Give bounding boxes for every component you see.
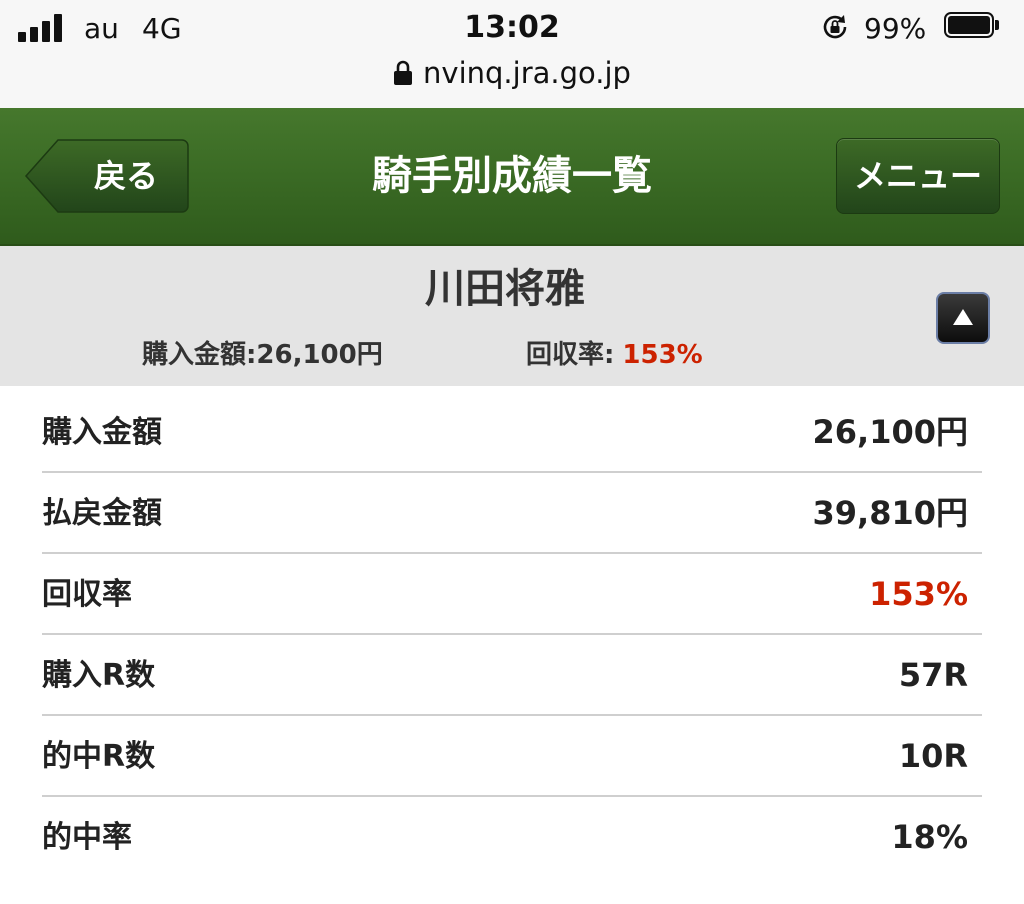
stat-value: 10R — [898, 737, 968, 775]
triangle-up-icon — [953, 309, 973, 325]
stat-value: 57R — [898, 656, 968, 694]
stat-label: 的中R数 — [42, 739, 156, 774]
stat-label: 的中率 — [42, 820, 132, 855]
jockey-name: 川田将雅 — [425, 266, 585, 312]
summary-return-rate: 回収率: 153% — [526, 334, 703, 371]
collapse-button[interactable] — [936, 292, 990, 344]
stat-value: 18% — [891, 818, 968, 856]
stat-row: 払戻金額 39,810円 — [42, 473, 982, 554]
back-button-label: 戻る — [93, 157, 158, 195]
status-bar: au 4G 13:02 99% nvinq.jra.go.jp — [0, 0, 1024, 108]
url-text: nvinq.jra.go.jp — [423, 56, 631, 90]
stat-value: 39,810円 — [812, 494, 969, 532]
summary-return-rate-value: 153% — [622, 340, 703, 370]
summary-return-rate-label: 回収率: — [526, 340, 615, 370]
jockey-summary: 川田将雅 購入金額:26,100円 回収率: 153% — [0, 246, 1024, 386]
battery-icon — [944, 12, 1002, 40]
stat-label: 払戻金額 — [42, 496, 162, 531]
stat-row: 的中R数 10R — [42, 716, 982, 797]
stat-label: 購入R数 — [42, 658, 156, 693]
stat-row: 購入R数 57R — [42, 635, 982, 716]
stat-label: 購入金額 — [42, 415, 162, 450]
stat-label: 回収率 — [42, 577, 132, 612]
back-button[interactable]: 戻る — [24, 138, 190, 214]
stat-row: 的中率 18% — [42, 797, 982, 878]
stat-row: 購入金額 26,100円 — [42, 392, 982, 473]
address-bar[interactable]: nvinq.jra.go.jp — [0, 56, 1024, 90]
rotation-lock-icon — [823, 15, 847, 39]
summary-purchase-amount: 購入金額:26,100円 — [142, 340, 383, 370]
app-header: 騎手別成績一覧 戻る メニュー — [0, 108, 1024, 246]
battery-percent: 99% — [864, 12, 927, 45]
stat-value: 153% — [869, 575, 968, 613]
stats-table: 購入金額 26,100円 払戻金額 39,810円 回収率 153% 購入R数 … — [42, 392, 982, 878]
stat-row: 回収率 153% — [42, 554, 982, 635]
stat-value: 26,100円 — [812, 413, 969, 451]
lock-icon — [394, 60, 413, 85]
menu-button[interactable]: メニュー — [836, 138, 1000, 214]
